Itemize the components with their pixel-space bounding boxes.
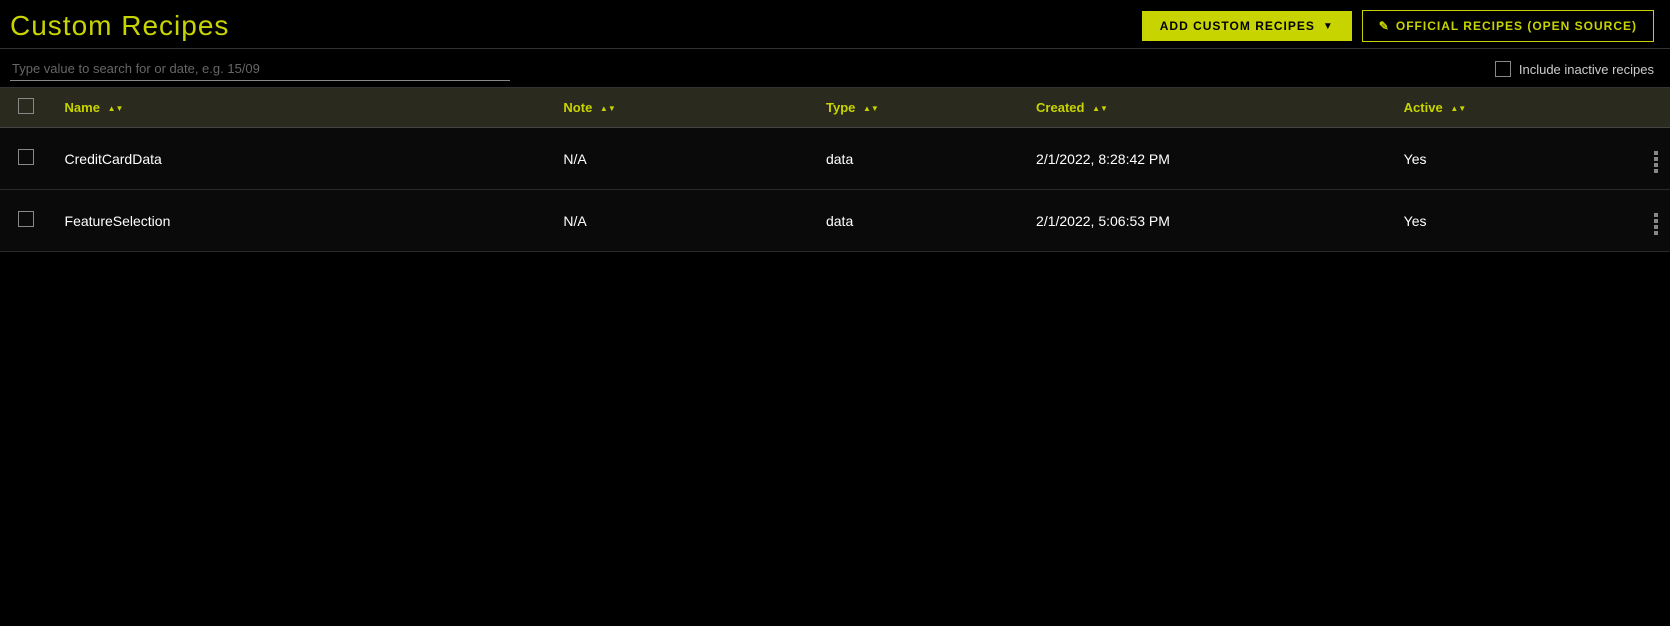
col-header-name[interactable]: Name ▲▼ (53, 88, 552, 128)
row-checkbox-0[interactable] (18, 149, 34, 165)
select-all-checkbox-cell[interactable] (0, 88, 53, 128)
row-note-1: N/A (551, 190, 814, 252)
row-name-0: CreditCardData (53, 128, 552, 190)
col-active-label: Active (1404, 100, 1443, 115)
recipes-table: Name ▲▼ Note ▲▼ Type ▲▼ Created ▲▼ Activ… (0, 88, 1670, 252)
row-checkbox-cell[interactable] (0, 190, 53, 252)
row-active-0: Yes (1392, 128, 1628, 190)
col-note-label: Note (563, 100, 592, 115)
row-actions-0[interactable] (1628, 128, 1670, 190)
page-title: Custom Recipes (10, 10, 229, 42)
row-created-0: 2/1/2022, 8:28:42 PM (1024, 128, 1392, 190)
include-inactive-checkbox[interactable] (1495, 61, 1511, 77)
search-input[interactable] (10, 57, 510, 81)
row-actions-1[interactable] (1628, 190, 1670, 252)
col-header-active[interactable]: Active ▲▼ (1392, 88, 1628, 128)
name-sort-icon: ▲▼ (108, 105, 124, 113)
row-context-menu-icon-0[interactable] (1650, 149, 1662, 175)
pencil-icon: ✎ (1379, 19, 1390, 33)
row-checkbox-1[interactable] (18, 211, 34, 227)
col-created-label: Created (1036, 100, 1084, 115)
add-custom-recipes-button[interactable]: ADD CUSTOM RECIPES ▼ (1142, 11, 1352, 41)
row-active-1: Yes (1392, 190, 1628, 252)
recipes-table-container: Name ▲▼ Note ▲▼ Type ▲▼ Created ▲▼ Activ… (0, 88, 1670, 252)
add-custom-label: ADD CUSTOM RECIPES (1160, 19, 1315, 33)
table-row: CreditCardData N/A data 2/1/2022, 8:28:4… (0, 128, 1670, 190)
toolbar: Include inactive recipes (0, 49, 1670, 88)
row-note-0: N/A (551, 128, 814, 190)
include-inactive-container: Include inactive recipes (1495, 61, 1654, 77)
active-sort-icon: ▲▼ (1450, 105, 1466, 113)
row-checkbox-cell[interactable] (0, 128, 53, 190)
table-header-row: Name ▲▼ Note ▲▼ Type ▲▼ Created ▲▼ Activ… (0, 88, 1670, 128)
official-recipes-label: OFFICIAL RECIPES (OPEN SOURCE) (1396, 19, 1637, 33)
table-row: FeatureSelection N/A data 2/1/2022, 5:06… (0, 190, 1670, 252)
chevron-down-icon: ▼ (1323, 21, 1334, 32)
empty-area (0, 252, 1670, 592)
col-type-label: Type (826, 100, 855, 115)
row-type-0: data (814, 128, 1024, 190)
include-inactive-label: Include inactive recipes (1519, 62, 1654, 77)
col-header-type[interactable]: Type ▲▼ (814, 88, 1024, 128)
col-header-note[interactable]: Note ▲▼ (551, 88, 814, 128)
page-header: Custom Recipes ADD CUSTOM RECIPES ▼ ✎ OF… (0, 0, 1670, 49)
col-name-label: Name (65, 100, 100, 115)
row-context-menu-icon-1[interactable] (1650, 211, 1662, 237)
select-all-checkbox[interactable] (18, 98, 34, 114)
header-buttons: ADD CUSTOM RECIPES ▼ ✎ OFFICIAL RECIPES … (1142, 10, 1654, 42)
created-sort-icon: ▲▼ (1092, 105, 1108, 113)
row-created-1: 2/1/2022, 5:06:53 PM (1024, 190, 1392, 252)
col-header-created[interactable]: Created ▲▼ (1024, 88, 1392, 128)
col-header-actions (1628, 88, 1670, 128)
official-recipes-button[interactable]: ✎ OFFICIAL RECIPES (OPEN SOURCE) (1362, 10, 1654, 42)
type-sort-icon: ▲▼ (863, 105, 879, 113)
row-type-1: data (814, 190, 1024, 252)
row-name-1: FeatureSelection (53, 190, 552, 252)
note-sort-icon: ▲▼ (600, 105, 616, 113)
